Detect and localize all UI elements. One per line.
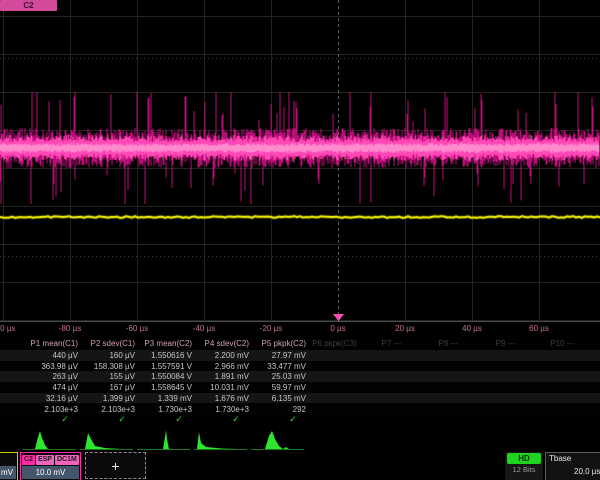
measurement-value: 1.730e+3 (135, 404, 192, 415)
measurement-value: 10.031 mV (192, 382, 249, 393)
c1-badges: C1 DC1M (0, 453, 17, 466)
status-check: ✓ (229, 414, 243, 425)
histicon-p5[interactable] (249, 426, 306, 452)
status-check: ✓ (286, 414, 300, 425)
c2-esp-badge: ESP (36, 455, 54, 465)
c2-label-badge: C2 (22, 455, 35, 465)
param-header-inactive[interactable]: P9 --- (477, 338, 534, 349)
measurement-value: 1.891 mV (192, 371, 249, 382)
hd-bits-label: 12 Bits (505, 464, 543, 476)
histicon-p1[interactable] (21, 426, 78, 452)
trigger-time-marker (333, 314, 344, 321)
param-header[interactable]: P1 mean(C1) (21, 338, 78, 349)
waveform-grid (0, 0, 600, 322)
measurement-value: 59.97 mV (249, 382, 306, 393)
param-header-inactive[interactable]: P6 pkpk(C3) (306, 338, 363, 349)
status-check: ✓ (115, 414, 129, 425)
time-axis: -100 µs -80 µs -60 µs -40 µs -20 µs 0 µs 20 µs… (0, 322, 600, 336)
axis-tick-label: 40 µs (442, 324, 502, 333)
param-header[interactable]: P2 sdev(C1) (78, 338, 135, 349)
status-check: ✓ (58, 414, 72, 425)
param-header-inactive[interactable]: P11 --- (591, 338, 600, 349)
measurement-value: 33.477 mV (249, 361, 306, 372)
axis-tick-label: 20 µs (375, 324, 435, 333)
measurement-value: 6.135 mV (249, 393, 306, 404)
param-header-inactive[interactable]: P8 --- (420, 338, 477, 349)
timebase-label: Tbase (546, 453, 600, 465)
measurement-value: 167 µV (78, 382, 135, 393)
axis-tick-label: 0 µs (308, 324, 368, 333)
param-header[interactable]: P4 sdev(C2) (192, 338, 249, 349)
timebase-descriptor[interactable]: Tbase 20.0 µs/div (545, 452, 600, 480)
measurement-value: 1.676 mV (192, 393, 249, 404)
param-header-inactive[interactable]: P7 --- (363, 338, 420, 349)
histicon-p2[interactable] (78, 426, 135, 452)
histicon-p4[interactable] (192, 426, 249, 452)
histicon-p1-svg (21, 426, 78, 452)
histicon-shape (265, 431, 289, 449)
measurement-value: 155 µV (78, 371, 135, 382)
histicon-shape (163, 430, 169, 449)
measurement-value: 440 µV (21, 350, 78, 361)
param-header[interactable]: P5 pkpk(C2) (249, 338, 306, 349)
measurement-value: 2.200 mV (192, 350, 249, 361)
hd-mode-indicator[interactable]: HD 12 Bits (505, 452, 543, 480)
measurement-value: 263 µV (21, 371, 78, 382)
channel-c2-descriptor[interactable]: C2 ESP DC1M 10.0 mV (20, 452, 81, 480)
measurement-value: 1.558645 V (135, 382, 192, 393)
measurement-value: 1.399 µV (78, 393, 135, 404)
histicon-p5-svg (249, 426, 306, 452)
histicon-p4-svg (192, 426, 249, 452)
histicon-p3-svg (135, 426, 192, 452)
param-header[interactable]: P3 mean(C2) (135, 338, 192, 349)
channel-c1-descriptor[interactable]: C1 DC1M 10.0 mV (0, 452, 18, 480)
measurement-value: 2.103e+3 (21, 404, 78, 415)
c2-coupling-badge: DC1M (55, 455, 79, 465)
bottom-bar: C1 DC1M 10.0 mV C2 ESP DC1M 10.0 mV + HD… (0, 452, 600, 480)
measurement-value: 1.730e+3 (192, 404, 249, 415)
measurement-value: 160 µV (78, 350, 135, 361)
axis-tick-label: 60 µs (509, 324, 569, 333)
histicon-shape (35, 431, 48, 449)
measurement-value: 1.557591 V (135, 361, 192, 372)
c1-scale: 10.0 mV (0, 466, 16, 479)
measurement-value: 1.550616 V (135, 350, 192, 361)
histicon-p2-svg (78, 426, 135, 452)
measurement-value: 1.339 mV (135, 393, 192, 404)
c2-scale: 10.0 mV (22, 466, 79, 479)
axis-tick-label: -80 µs (40, 324, 100, 333)
histicon-shape (197, 432, 236, 449)
measurement-value: 292 (249, 404, 306, 415)
c2-badges: C2 ESP DC1M (21, 453, 80, 466)
measurement-value: 474 µV (21, 382, 78, 393)
histicon-p3[interactable] (135, 426, 192, 452)
axis-tick-label: -20 µs (241, 324, 301, 333)
axis-tick-label: -60 µs (107, 324, 167, 333)
axis-tick-label: -100 µs (0, 324, 32, 333)
add-trace-button[interactable]: + (85, 452, 146, 479)
measurement-value: 32.16 µV (21, 393, 78, 404)
hd-badge: HD (507, 453, 541, 464)
status-check: ✓ (172, 414, 186, 425)
measurement-value: 25.03 mV (249, 371, 306, 382)
histicon-shape (85, 433, 120, 449)
oscilloscope-screen: C2 -100 µs -80 µs -60 µs -40 µs -20 µs 0 µs 20… (0, 0, 600, 480)
measurement-value: 158.308 µV (78, 361, 135, 372)
measurement-value: 2.966 mV (192, 361, 249, 372)
axis-tick-label: -40 µs (174, 324, 234, 333)
trace-label-chip[interactable]: C2 (0, 0, 57, 11)
measurement-value: 2.103e+3 (78, 404, 135, 415)
timebase-value: 20.0 µs/div (546, 465, 600, 478)
measurement-value: 1.550084 V (135, 371, 192, 382)
param-header-inactive[interactable]: P10 --- (534, 338, 591, 349)
measurement-value: 363.98 µV (21, 361, 78, 372)
measurement-value: 27.97 mV (249, 350, 306, 361)
